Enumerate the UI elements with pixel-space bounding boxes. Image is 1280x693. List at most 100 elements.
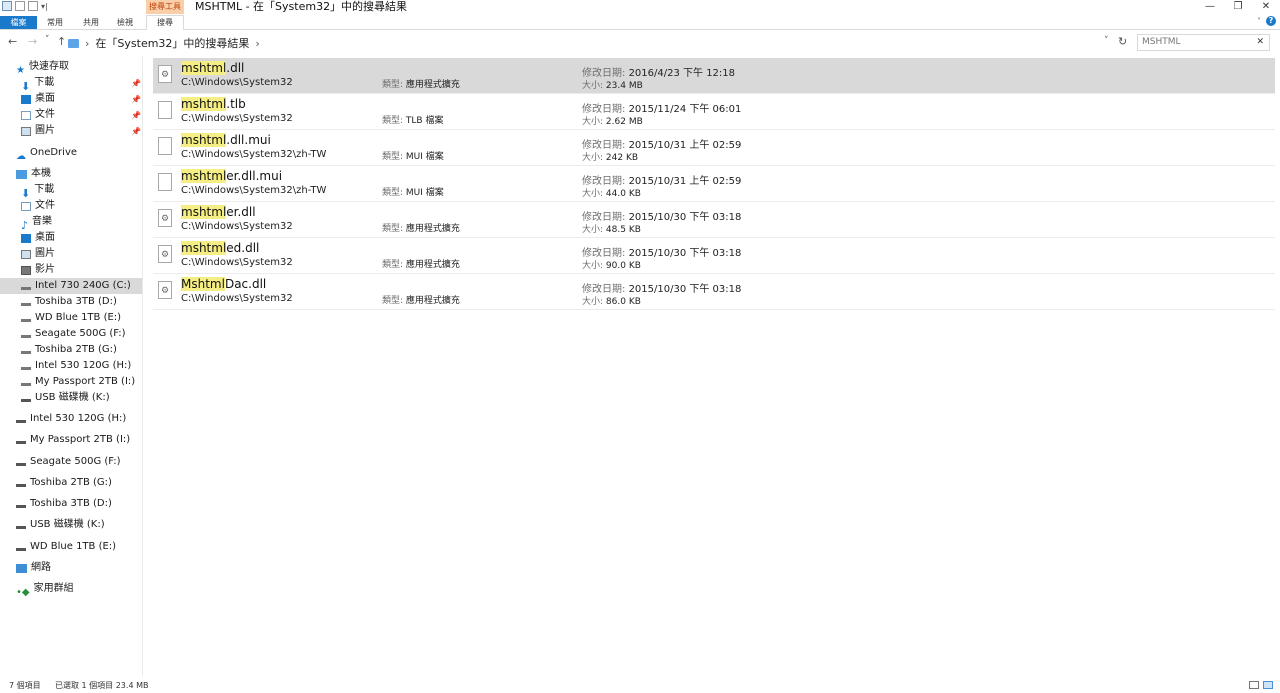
list-item[interactable]: mshtml.dll.mui C:\Windows\System32\zh-TW 類… [153, 130, 1275, 166]
size-value: 48.5 KB [605, 225, 641, 235]
pin-icon[interactable]: 📌 [131, 127, 141, 136]
modified-value: 2015/10/30 下午 03:18 [628, 248, 742, 259]
new-folder-icon[interactable] [28, 1, 38, 11]
pin-icon[interactable]: 📌 [131, 95, 141, 104]
details-view-icon[interactable] [1249, 681, 1259, 689]
size-value: 90.0 KB [605, 261, 641, 271]
sidebar-item-pc-music[interactable]: ♪ 音樂 [21, 214, 52, 232]
sidebar-item-drive-e[interactable]: WD Blue 1TB (E:) [21, 310, 121, 326]
minimize-button[interactable]: — [1196, 0, 1224, 14]
sidebar-item-onedrive[interactable]: ☁ OneDrive [16, 145, 77, 162]
search-input[interactable]: MSHTML ✕ [1137, 34, 1270, 51]
sidebar-item-homegroup[interactable]: •◆ 家用群組 [16, 581, 74, 598]
content-view-icon[interactable] [1263, 681, 1273, 689]
sidebar-item-pc-desktop[interactable]: 桌面 [21, 230, 55, 246]
sidebar-item-drive-i[interactable]: My Passport 2TB (I:) [21, 374, 135, 390]
help-icon[interactable]: ? [1266, 16, 1276, 26]
pin-icon[interactable]: 📌 [131, 79, 141, 88]
list-item[interactable]: MshtmlDac.dllC:\Windows\System32 類型: 應用程式… [153, 274, 1275, 310]
sidebar-item-pc-downloads[interactable]: ⬇ 下載 [21, 182, 54, 200]
recent-locations-button[interactable]: ˅ [45, 35, 50, 45]
sidebar-item-network[interactable]: 網路 [16, 560, 51, 576]
file-name[interactable]: mshtmled.dll [181, 241, 259, 256]
sidebar-item-removable-k[interactable]: USB 磁碟機 (K:) [16, 517, 105, 533]
sidebar-item-removable-h[interactable]: Intel 530 120G (H:) [16, 411, 126, 427]
sidebar-item-pc-videos[interactable]: 影片 [21, 262, 55, 278]
file-name[interactable]: mshtmler.dll [181, 205, 256, 220]
address-dropdown-icon[interactable]: ˅ [1104, 36, 1109, 46]
file-modified: 修改日期: 2015/10/30 下午 03:18 [582, 280, 741, 295]
search-match-highlight: mshtml [181, 61, 227, 75]
pin-icon[interactable]: 📌 [131, 111, 141, 120]
sidebar-item-drive-k[interactable]: USB 磁碟機 (K:) [21, 390, 110, 406]
sidebar-item-drive-c[interactable]: Intel 730 240G (C:) [0, 278, 142, 294]
sidebar-item-drive-f[interactable]: Seagate 500G (F:) [21, 326, 126, 342]
file-path: C:\Windows\System32 [181, 293, 293, 304]
sidebar-item-pc-pictures[interactable]: 圖片 [21, 246, 55, 262]
up-button[interactable]: ↑ [57, 35, 66, 48]
type-label: 類型: [382, 80, 404, 90]
file-name[interactable]: mshtmler.dll.mui [181, 169, 282, 184]
drive-icon [16, 480, 26, 487]
list-item[interactable]: mshtmler.dllC:\Windows\System32類型: 應用程式擴… [153, 202, 1275, 238]
breadcrumb-separator[interactable]: › [255, 37, 259, 50]
file-name[interactable]: mshtml.dll.mui [181, 133, 271, 148]
sidebar-item-removable-i[interactable]: My Passport 2TB (I:) [16, 432, 130, 448]
size-value: 86.0 KB [605, 297, 641, 307]
breadcrumb[interactable]: 在「System32」中的搜尋結果 [95, 35, 249, 51]
list-item[interactable]: mshtml.tlb C:\Windows\System32 類型: TLB 檔案修… [153, 94, 1275, 130]
file-type: 類型: 應用程式擴充 [382, 293, 460, 306]
sidebar-item-this-pc[interactable]: 本機 [16, 166, 51, 182]
tab-share[interactable]: 共用 [79, 16, 103, 29]
sidebar-item-pictures[interactable]: 圖片 [21, 123, 55, 139]
tab-home[interactable]: 常用 [43, 16, 67, 29]
sidebar-item-removable-e[interactable]: WD Blue 1TB (E:) [16, 539, 116, 555]
address-bar-row: ← → ˅ ↑ › 在「System32」中的搜尋結果 › ˅ ↻ MSHTML… [0, 33, 1280, 53]
sidebar-item-drive-d[interactable]: Toshiba 3TB (D:) [21, 294, 117, 310]
close-icon[interactable]: ✕ [1256, 35, 1264, 50]
list-item[interactable]: mshtmled.dllC:\Windows\System32類型: 應用程式擴… [153, 238, 1275, 274]
expand-ribbon-icon[interactable]: ˅ [1257, 17, 1261, 26]
address-box[interactable]: › 在「System32」中的搜尋結果 › [68, 34, 1132, 52]
file-type: 類型: MUI 檔案 [382, 185, 444, 198]
file-name[interactable]: mshtml.tlb [181, 97, 246, 112]
sidebar-item-drive-h[interactable]: Intel 530 120G (H:) [21, 358, 131, 374]
list-item[interactable]: mshtml.dllC:\Windows\System32類型: 應用程式擴充修… [153, 58, 1275, 94]
sidebar-item-pc-documents[interactable]: 文件 [21, 198, 55, 214]
customize-qat-icon[interactable]: ▾| [41, 2, 48, 11]
sidebar-item-removable-f[interactable]: Seagate 500G (F:) [16, 454, 121, 470]
file-name[interactable]: MshtmlDac.dll [181, 277, 266, 292]
folder-app-icon[interactable] [2, 1, 12, 11]
sidebar-item-removable-d[interactable]: Toshiba 3TB (D:) [16, 496, 112, 512]
size-value: 44.0 KB [605, 189, 641, 199]
size-value: 23.4 MB [605, 81, 643, 91]
file-path: C:\Windows\System32 [181, 113, 293, 124]
sidebar-item-removable-g[interactable]: Toshiba 2TB (G:) [16, 475, 112, 491]
usb-drive-icon [21, 395, 31, 402]
type-value: 應用程式擴充 [405, 224, 460, 234]
back-button[interactable]: ← [8, 35, 17, 48]
breadcrumb-separator[interactable]: › [85, 37, 89, 50]
modified-value: 2015/11/24 下午 06:01 [628, 104, 742, 115]
tab-view[interactable]: 檢視 [113, 16, 137, 29]
sidebar-item-desktop[interactable]: 桌面 [21, 91, 55, 107]
drive-icon [21, 363, 31, 370]
file-icon [158, 173, 172, 191]
file-name[interactable]: mshtml.dll [181, 61, 244, 76]
modified-value: 2015/10/30 下午 03:18 [628, 212, 742, 223]
refresh-icon[interactable]: ↻ [1118, 35, 1127, 48]
tab-search[interactable]: 搜尋 [146, 15, 184, 30]
sidebar-item-documents[interactable]: 文件 [21, 107, 55, 123]
sidebar-item-drive-g[interactable]: Toshiba 2TB (G:) [21, 342, 117, 358]
file-size: 大小: 242 KB [582, 150, 638, 163]
list-item[interactable]: mshtmler.dll.mui C:\Windows\System32\zh-T… [153, 166, 1275, 202]
sidebar-item-quick-access[interactable]: ★ 快速存取 [16, 59, 69, 76]
sidebar-item-downloads[interactable]: ⬇ 下載 [21, 75, 54, 93]
forward-button[interactable]: → [28, 35, 37, 48]
tab-file[interactable]: 檔案 [0, 16, 37, 29]
dll-file-icon [158, 209, 172, 227]
close-button[interactable]: ✕ [1252, 0, 1280, 14]
file-size: 大小: 23.4 MB [582, 78, 643, 91]
restore-button[interactable]: ❐ [1224, 0, 1252, 14]
properties-icon[interactable] [15, 1, 25, 11]
